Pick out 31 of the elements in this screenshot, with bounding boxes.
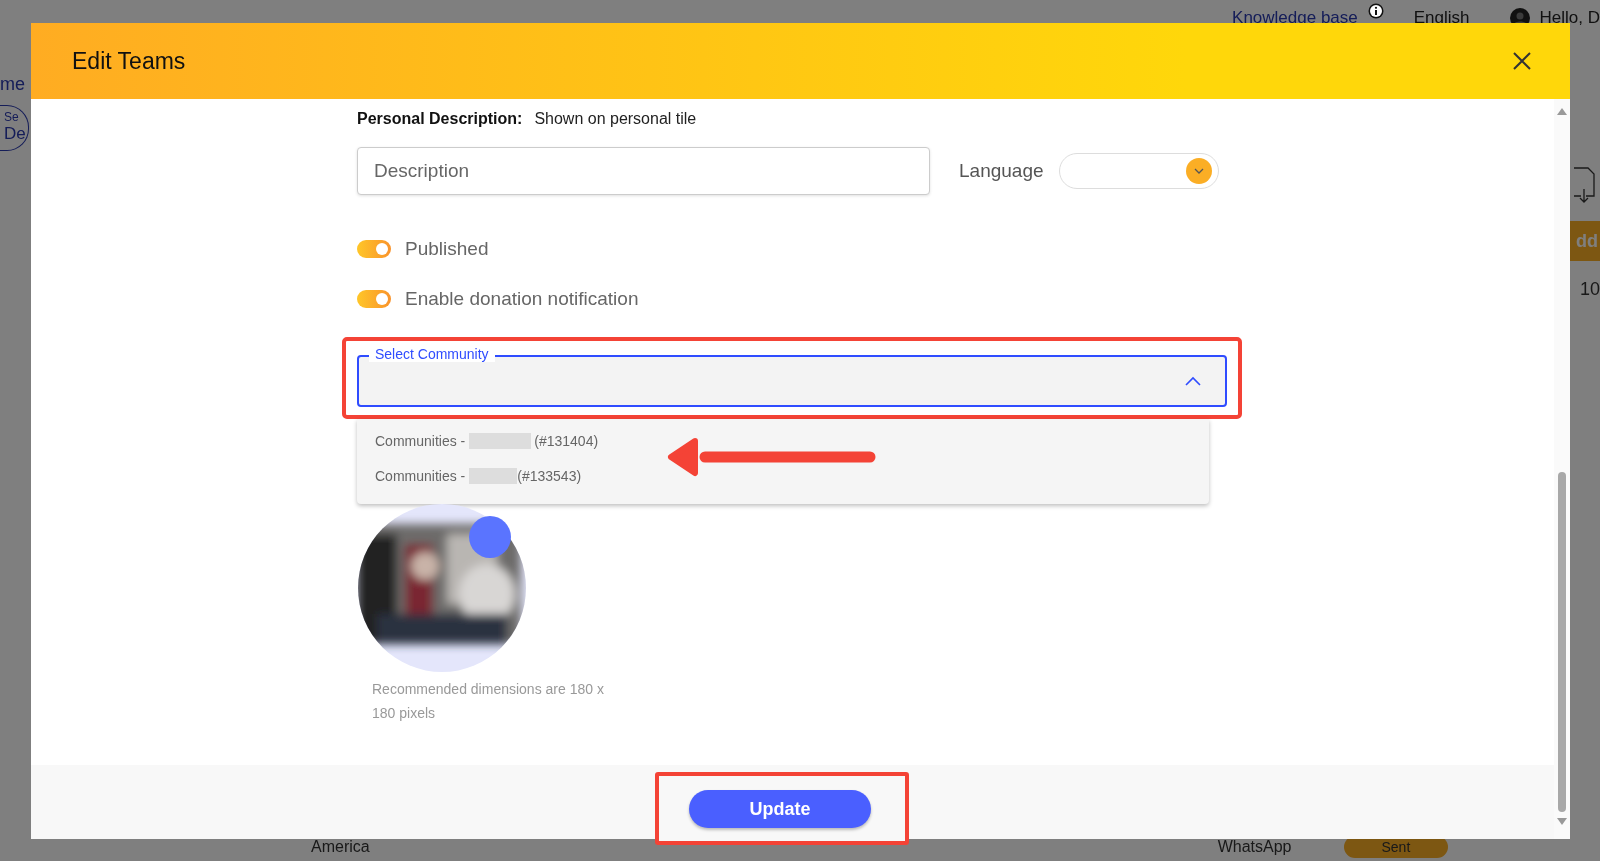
greeting-text: Hello, D — [1539, 8, 1600, 28]
redacted-text — [469, 432, 532, 449]
page-size-text: 10 — [1579, 279, 1600, 300]
dropdown-option[interactable]: Communities - (#133543) — [357, 458, 1209, 493]
dialog-title: Edit Teams — [72, 47, 186, 75]
toggle-switch[interactable] — [357, 290, 391, 308]
image-hint: Recommended dimensions are 180 x 180 pixels — [372, 680, 604, 723]
scrollbar[interactable] — [1554, 99, 1570, 839]
scroll-down-icon[interactable] — [1557, 818, 1567, 825]
scroll-up-icon[interactable] — [1557, 108, 1567, 115]
chevron-icon — [1185, 376, 1201, 386]
nav-link[interactable]: me — [0, 74, 31, 95]
table-cell: WhatsApp — [1217, 838, 1292, 856]
scrollbar-thumb[interactable] — [1558, 472, 1566, 812]
csv-download-icon[interactable] — [1572, 167, 1596, 203]
floating-label: Select Community — [369, 346, 495, 362]
toggle-label: Enable donation notification — [405, 288, 639, 310]
update-button[interactable]: Update — [689, 790, 871, 828]
language-label: Language — [959, 160, 1044, 182]
info-icon[interactable] — [1367, 3, 1384, 19]
toggle-switch[interactable] — [357, 240, 391, 258]
caret-icon — [1185, 158, 1212, 184]
table-cell: America — [311, 838, 370, 856]
description-field[interactable]: Description — [357, 147, 930, 195]
field-label: Personal Description: — [357, 110, 523, 128]
dropdown-option[interactable]: Communities - (#131404) — [357, 423, 1209, 458]
search-field[interactable]: Se De — [0, 105, 29, 151]
toggle-label: Published — [405, 238, 489, 260]
close-icon[interactable] — [1512, 51, 1532, 71]
redacted-text — [469, 467, 518, 484]
field-hint: Shown on personal tile — [534, 110, 697, 128]
